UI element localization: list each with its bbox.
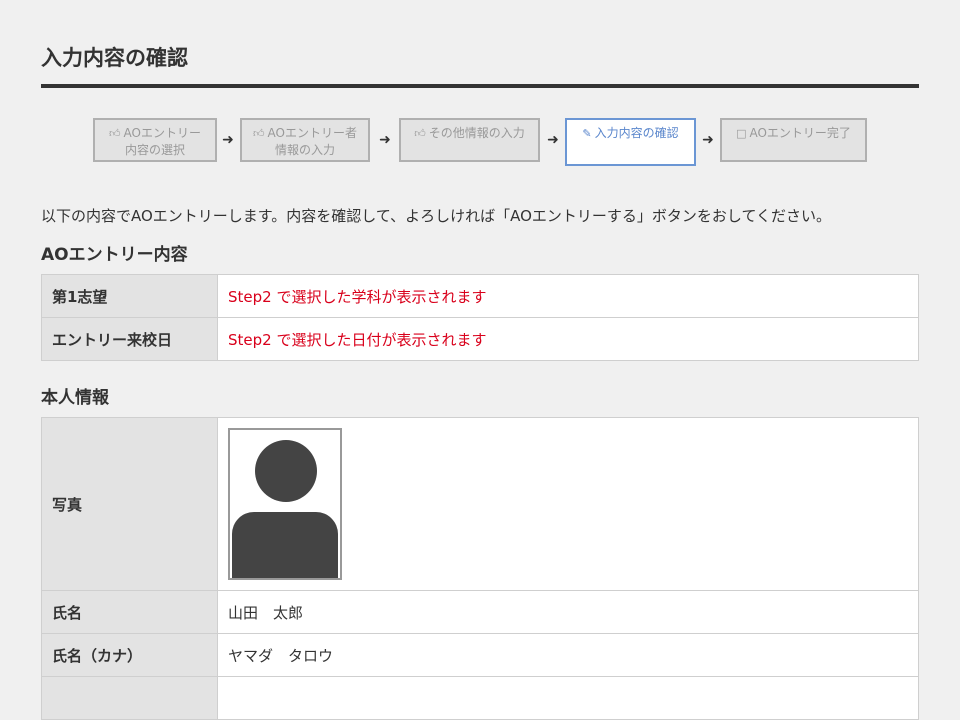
- thumbs-up-icon: 👍︎: [414, 127, 426, 140]
- row-label-photo: 写真: [41, 417, 218, 591]
- table-row: [41, 676, 919, 720]
- step-2: 👍︎ AOエントリー者 情報の入力: [240, 118, 370, 162]
- step-3: 👍︎ その他情報の入力: [399, 118, 540, 162]
- arrow-right-icon: ➜: [222, 132, 234, 148]
- avatar-body: [232, 512, 338, 578]
- row-value-visit-date: Step2 で選択した日付が表示されます: [217, 317, 919, 361]
- confirmation-page: 入力内容の確認 👍︎ AOエントリー 内容の選択 ➜ 👍︎ AOエントリー者 情報の…: [0, 0, 960, 720]
- personal-table: 写真 氏名 山田 太郎 氏名（カナ） ヤマダ タロウ: [41, 417, 919, 720]
- row-value-photo: [217, 417, 919, 591]
- entry-table: 第1志望 Step2 で選択した学科が表示されます エントリー来校日 Step2…: [41, 274, 919, 361]
- step-1-line2: 内容の選択: [124, 143, 185, 157]
- step-5-line1: AOエントリー完了: [749, 126, 851, 140]
- row-label-visit-date: エントリー来校日: [41, 317, 218, 361]
- table-row: 写真: [41, 417, 919, 591]
- table-row: 第1志望 Step2 で選択した学科が表示されます: [41, 274, 919, 318]
- step-2-line2: 情報の入力: [274, 143, 335, 157]
- profile-photo-placeholder: [228, 428, 342, 580]
- arrow-right-icon: ➜: [702, 132, 714, 148]
- step-5: □ AOエントリー完了: [720, 118, 867, 162]
- step-4-current: ✎ 入力内容の確認: [565, 118, 696, 166]
- thumbs-up-icon: 👍︎: [253, 127, 265, 140]
- step-3-line1: その他情報の入力: [428, 126, 525, 140]
- row-value-first-choice: Step2 で選択した学科が表示されます: [217, 274, 919, 318]
- step-2-line1: AOエントリー者: [267, 126, 357, 140]
- edit-icon: ✎: [582, 127, 592, 140]
- step-progress: 👍︎ AOエントリー 内容の選択 ➜ 👍︎ AOエントリー者 情報の入力 ➜ 👍︎ そ…: [0, 118, 960, 166]
- step-1-line1: AOエントリー: [123, 126, 201, 140]
- thumbs-up-icon: 👍︎: [109, 127, 121, 140]
- step-4-line1: 入力内容の確認: [594, 126, 679, 140]
- arrow-right-icon: ➜: [547, 132, 559, 148]
- table-row: エントリー来校日 Step2 で選択した日付が表示されます: [41, 317, 919, 361]
- row-label-name: 氏名: [41, 590, 218, 634]
- personal-section-heading: 本人情報: [41, 388, 109, 408]
- entry-section-heading: AOエントリー内容: [41, 245, 188, 265]
- avatar-head: [255, 440, 317, 502]
- row-value-name: 山田 太郎: [217, 590, 919, 634]
- square-icon: □: [736, 127, 747, 140]
- table-row: 氏名（カナ） ヤマダ タロウ: [41, 633, 919, 677]
- table-row: 氏名 山田 太郎: [41, 590, 919, 634]
- page-title: 入力内容の確認: [41, 46, 188, 70]
- intro-text: 以下の内容でAOエントリーします。内容を確認して、よろしければ「AOエントリーす…: [41, 207, 832, 225]
- row-value-name-kana: ヤマダ タロウ: [217, 633, 919, 677]
- row-label-name-kana: 氏名（カナ）: [41, 633, 218, 677]
- arrow-right-icon: ➜: [379, 132, 391, 148]
- title-divider: [41, 84, 919, 88]
- row-label-first-choice: 第1志望: [41, 274, 218, 318]
- step-1: 👍︎ AOエントリー 内容の選択: [93, 118, 217, 162]
